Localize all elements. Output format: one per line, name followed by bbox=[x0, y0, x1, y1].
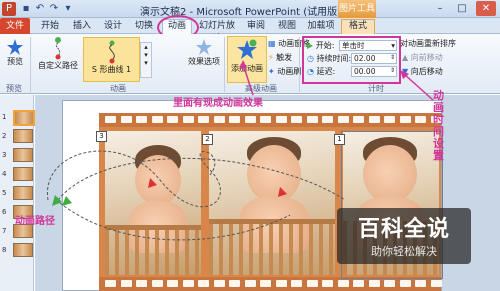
watermark-subtitle: 助你轻松解决 bbox=[371, 245, 437, 258]
motion-path bbox=[47, 150, 221, 208]
watermark: 百科全说 助你轻松解决 bbox=[337, 208, 471, 264]
path-start-icon bbox=[52, 195, 62, 206]
timing-note: 动画时间设置 bbox=[433, 89, 444, 162]
path-end-icon bbox=[148, 178, 157, 188]
path-end-icon bbox=[278, 187, 287, 197]
path-start-icon bbox=[62, 196, 72, 206]
watermark-title: 百科全说 bbox=[357, 217, 450, 242]
callout-arrow-head bbox=[239, 60, 247, 69]
motion-path bbox=[59, 202, 291, 241]
path-note: 动画路径 bbox=[15, 216, 55, 227]
effect-note: 里面有现成动画效果 bbox=[173, 98, 263, 109]
motion-path bbox=[57, 157, 346, 201]
callout-arrow bbox=[242, 63, 254, 96]
callout-arrow bbox=[403, 73, 434, 101]
